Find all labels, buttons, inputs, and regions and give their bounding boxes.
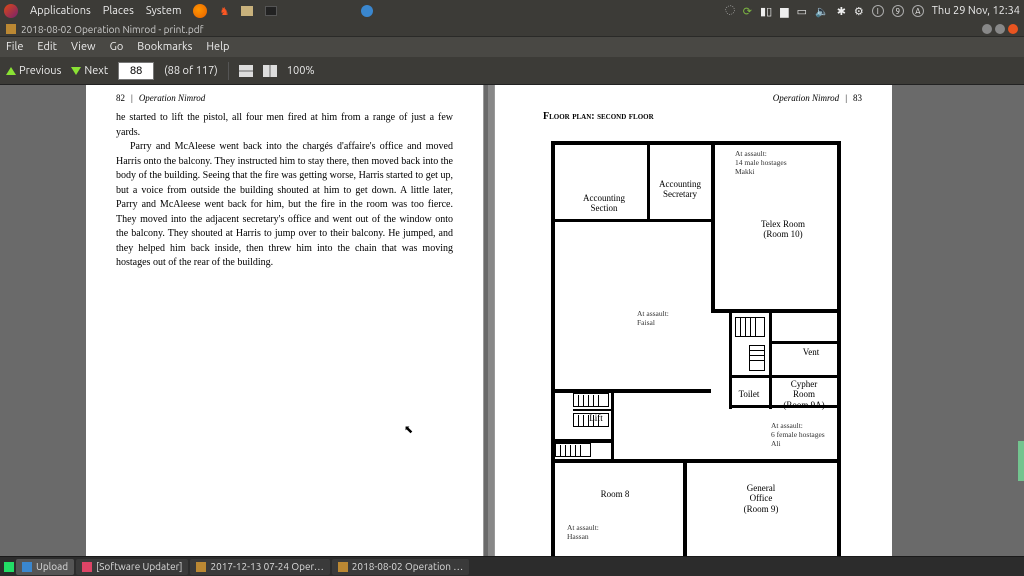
assault-note: At assault: Hassan [567,523,599,541]
toolbar-separator [228,62,229,80]
assault-note: At assault: 6 female hostages Ali [771,421,825,448]
floorplan: Accounting Section Accounting Secretary … [551,141,841,556]
bluetooth-icon[interactable]: ✱ [837,5,846,18]
wifi-icon[interactable]: ▆ [780,5,788,18]
pdf-viewport[interactable]: 82 | Operation Nimrod he started to lift… [0,85,1024,556]
running-head: Operation Nimrod [139,93,205,103]
menu-go[interactable]: Go [110,41,124,53]
menu-applications[interactable]: Applications [30,5,91,17]
room-label: Room 8 [575,489,655,499]
mouse-cursor-icon: ⬉ [404,423,413,436]
numlock-indicator[interactable]: 9 [892,5,904,17]
pdf-page-left: 82 | Operation Nimrod he started to lift… [86,85,484,556]
gear-icon[interactable]: ⚙ [854,5,864,18]
page-number-input[interactable] [118,62,154,80]
floorplan-title: Floor plan: second floor [495,103,892,126]
pdf-page-right: Operation Nimrod | 83 Floor plan: second… [494,85,892,556]
window-maximize-icon[interactable] [995,24,1005,34]
sync-icon[interactable]: ⟳ [743,5,752,18]
window-close-icon[interactable] [1008,24,1018,34]
stairs-icon [555,443,591,457]
page-number: 82 [116,93,125,103]
zoom-level[interactable]: 100% [287,65,315,77]
next-page-button[interactable]: Next [71,65,108,77]
room-label: General Office (Room 9) [711,483,811,514]
scrollbar-thumb[interactable] [1018,441,1024,481]
task-upload[interactable]: Upload [16,559,74,575]
app-indicator-icon[interactable] [361,5,373,17]
page-total-label: (88 of 117) [164,65,218,77]
running-head: Operation Nimrod [773,93,839,103]
menu-view[interactable]: View [71,41,96,53]
menu-places[interactable]: Places [103,5,134,17]
launcher-icon[interactable] [4,4,18,18]
files-icon[interactable] [241,6,253,16]
location-icon[interactable]: ◌ [726,5,735,17]
room-label: Accounting Section [569,193,639,214]
view-dual-icon[interactable] [263,65,277,77]
caps-indicator[interactable]: A [912,5,924,17]
menu-bookmarks[interactable]: Bookmarks [137,41,192,53]
terminal-icon[interactable] [265,6,277,16]
network-icon[interactable]: ▭ [797,5,807,18]
brave-icon[interactable]: ♞ [219,5,229,18]
task-updater[interactable]: [Software Updater] [76,559,188,575]
window-minimize-icon[interactable] [982,24,992,34]
menu-file[interactable]: File [6,41,23,53]
room-label: Telex Room (Room 10) [733,219,833,240]
view-continuous-icon[interactable] [239,65,253,77]
bottom-panel: Upload [Software Updater] 2017-12-13 07-… [0,556,1024,576]
task-pdf-2[interactable]: 2018-08-02 Operation … [332,559,469,575]
clock[interactable]: Thu 29 Nov, 12:34 [932,5,1020,17]
page-text: he started to lift the pistol, all four … [86,103,483,279]
app-icon [6,24,16,34]
stairs-icon [735,317,765,337]
gnome-top-panel: Applications Places System ♞ ◌ ⟳ ▮▯ ▆ ▭ … [0,0,1024,22]
room-label: Cypher Room (Room 9A) [771,379,837,410]
room-label: Toilet [729,389,769,399]
room-label: Accounting Secretary [651,179,709,200]
keyboard-indicator[interactable]: I [872,5,884,17]
firefox-icon[interactable] [193,4,207,18]
task-pdf-1[interactable]: 2017-12-13 07-24 Oper… [190,559,329,575]
pdf-toolbar: Previous Next (88 of 117) 100% [0,57,1024,85]
prev-page-button[interactable]: Previous [6,65,61,77]
volume-icon[interactable]: 🔈 [815,5,829,18]
assault-note: At assault: Faisal [637,309,669,327]
battery-icon[interactable]: ▮▯ [760,5,772,18]
menu-system[interactable]: System [146,5,182,17]
stairs-icon [749,345,765,371]
window-title: 2018-08-02 Operation Nimrod - print.pdf [21,24,203,35]
arrow-down-icon [71,67,81,75]
room-label: Vent [787,347,835,357]
menu-help[interactable]: Help [206,41,229,53]
arrow-up-icon [6,67,16,75]
window-titlebar: 2018-08-02 Operation Nimrod - print.pdf [0,22,1024,37]
assault-note: At assault: 14 male hostages Makki [735,149,787,176]
page-number: 83 [853,93,862,103]
show-desktop-icon[interactable] [4,562,14,572]
pdf-menubar: File Edit View Go Bookmarks Help [0,37,1024,57]
stairs-icon [573,393,609,407]
menu-edit[interactable]: Edit [37,41,57,53]
room-label: Lift [581,413,611,423]
